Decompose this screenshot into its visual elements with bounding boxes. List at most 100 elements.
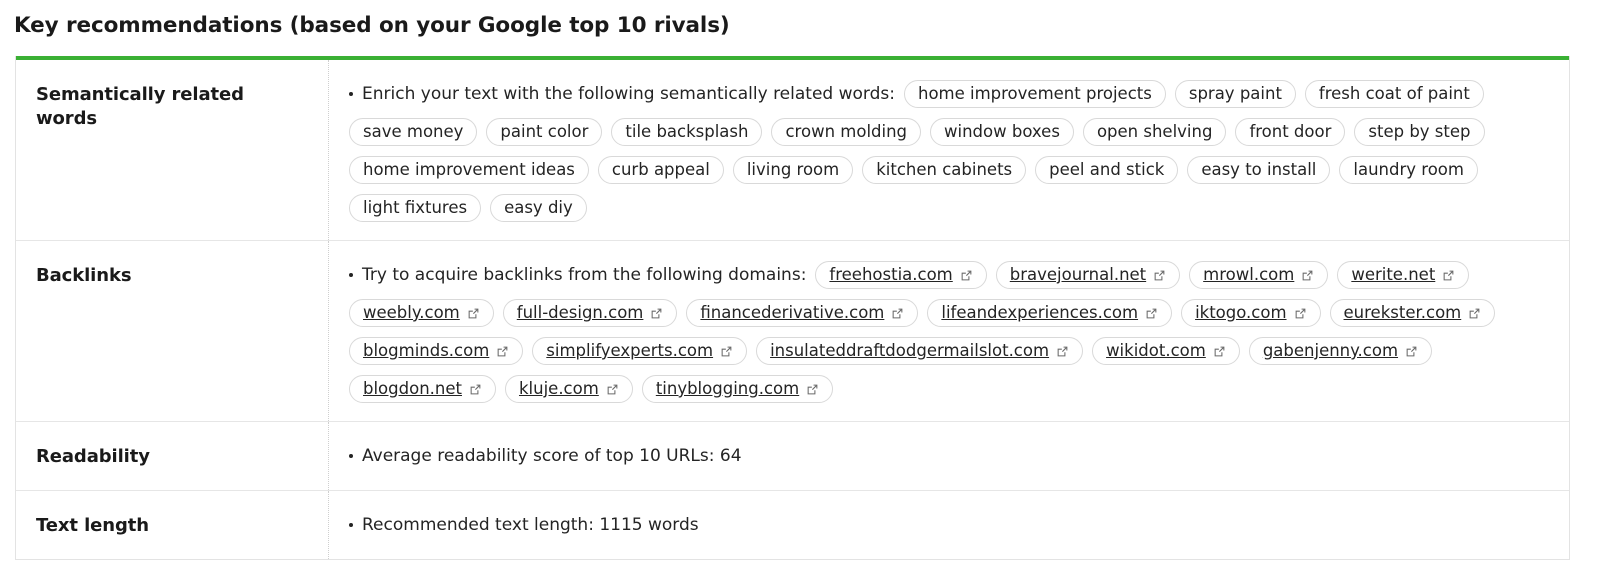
backlink-domain-label: blogdon.net (363, 379, 462, 398)
backlink-domain-pill[interactable]: gabenjenny.com (1248, 337, 1433, 365)
keyword-pill[interactable]: laundry room (1339, 156, 1478, 184)
keyword-pill-label: spray paint (1188, 84, 1282, 103)
keyword-pill[interactable]: front door (1235, 118, 1346, 146)
keyword-pill[interactable]: peel and stick (1035, 156, 1179, 184)
keyword-pill[interactable]: open shelving (1082, 118, 1227, 146)
keyword-pill[interactable]: easy to install (1187, 156, 1331, 184)
backlink-domain-label: full-design.com (516, 303, 644, 322)
keyword-pill[interactable]: home improvement ideas (349, 156, 589, 184)
table-row-text-length: Text length Recommended text length: 111… (16, 491, 1569, 559)
keyword-pill[interactable]: crown molding (771, 118, 922, 146)
keyword-pill[interactable]: light fixtures (349, 194, 482, 222)
backlink-domain-pill[interactable]: freehostia.com (815, 261, 987, 289)
backlink-domain-pill[interactable]: weebly.com (349, 299, 494, 327)
keyword-pill[interactable]: home improvement projects (903, 80, 1166, 108)
backlink-domain-label: weebly.com (363, 303, 460, 322)
external-link-icon (1442, 269, 1455, 282)
keyword-pill[interactable]: curb appeal (597, 156, 724, 184)
external-link-icon (467, 307, 480, 320)
keyword-pill-label: fresh coat of paint (1318, 84, 1470, 103)
backlink-domains-list: Try to acquire backlinks from the follow… (349, 261, 1551, 403)
external-link-icon (720, 345, 733, 358)
recommendations-table: Semantically related words Enrich your t… (15, 56, 1570, 560)
readability-score-line: Average readability score of top 10 URLs… (349, 444, 1551, 468)
external-link-icon (650, 307, 663, 320)
bullet-dot-icon (349, 92, 353, 96)
backlink-domain-pill[interactable]: lifeandexperiences.com (927, 299, 1173, 327)
backlink-domain-pill[interactable]: blogminds.com (349, 337, 524, 365)
external-link-icon (1405, 345, 1418, 358)
bullet-dot-icon (349, 523, 353, 527)
text-length-line: Recommended text length: 1115 words (349, 513, 1551, 537)
backlink-domain-pill[interactable]: financederivative.com (686, 299, 919, 327)
backlink-domain-label: bravejournal.net (1009, 265, 1147, 284)
backlink-domain-pill[interactable]: insulateddraftdodgermailslot.com (756, 337, 1084, 365)
backlink-domain-pill[interactable]: iktogo.com (1181, 299, 1321, 327)
backlink-domain-label: lifeandexperiences.com (941, 303, 1139, 322)
backlink-domain-label: tinyblogging.com (655, 379, 800, 398)
page-title: Key recommendations (based on your Googl… (14, 13, 730, 38)
keyword-pill[interactable]: spray paint (1174, 80, 1296, 108)
keyword-pill-label: easy to install (1201, 160, 1317, 179)
external-link-icon (891, 307, 904, 320)
external-link-icon (1468, 307, 1481, 320)
backlink-domain-pill[interactable]: tinyblogging.com (641, 375, 834, 403)
keyword-pill-label: easy diy (504, 198, 573, 217)
backlink-domain-label: blogminds.com (363, 341, 490, 360)
keyword-pill-label: living room (746, 160, 840, 179)
row-intro-text: Enrich your text with the following sema… (349, 82, 895, 106)
row-content-cell: Recommended text length: 1115 words (329, 491, 1569, 559)
keyword-pill[interactable]: tile backsplash (611, 118, 763, 146)
table-row-backlinks: Backlinks Try to acquire backlinks from … (16, 241, 1569, 422)
keyword-pill[interactable]: save money (349, 118, 478, 146)
keyword-pill-label: window boxes (944, 122, 1060, 141)
keyword-pill[interactable]: easy diy (490, 194, 587, 222)
external-link-icon (496, 345, 509, 358)
external-link-icon (960, 269, 973, 282)
backlink-domain-label: wikidot.com (1106, 341, 1206, 360)
backlink-domain-pill[interactable]: mrowl.com (1189, 261, 1329, 289)
row-content-cell: Try to acquire backlinks from the follow… (329, 241, 1569, 421)
backlink-domain-pill[interactable]: bravejournal.net (995, 261, 1181, 289)
keyword-pill-label: home improvement projects (917, 84, 1152, 103)
row-label: Text length (36, 515, 149, 536)
semantic-words-list: Enrich your text with the following sema… (349, 80, 1551, 222)
keyword-pill[interactable]: living room (732, 156, 854, 184)
keyword-pill[interactable]: fresh coat of paint (1304, 80, 1484, 108)
backlink-domain-label: insulateddraftdodgermailslot.com (770, 341, 1050, 360)
backlink-domain-label: freehostia.com (829, 265, 953, 284)
backlink-domain-pill[interactable]: wikidot.com (1092, 337, 1240, 365)
keyword-pill-label: paint color (500, 122, 589, 141)
row-content-cell: Enrich your text with the following sema… (329, 60, 1569, 240)
backlink-domain-label: eurekster.com (1343, 303, 1462, 322)
backlink-domain-pill[interactable]: werite.net (1337, 261, 1470, 289)
keyword-pill[interactable]: window boxes (930, 118, 1074, 146)
row-intro-text: Try to acquire backlinks from the follow… (349, 263, 806, 287)
backlink-domain-pill[interactable]: kluje.com (504, 375, 633, 403)
external-link-icon (1145, 307, 1158, 320)
text-length-text: Recommended text length: 1115 words (362, 515, 699, 535)
backlink-domain-label: simplifyexperts.com (546, 341, 714, 360)
keyword-pill[interactable]: kitchen cabinets (862, 156, 1027, 184)
table-row-semantically-related-words: Semantically related words Enrich your t… (16, 60, 1569, 241)
bullet-dot-icon (349, 273, 353, 277)
backlink-domain-pill[interactable]: eurekster.com (1329, 299, 1496, 327)
backlink-domain-pill[interactable]: blogdon.net (349, 375, 496, 403)
keyword-pill-label: front door (1249, 122, 1332, 141)
row-label: Semantically related words (36, 84, 244, 129)
backlink-domain-pill[interactable]: full-design.com (502, 299, 678, 327)
row-label-cell: Readability (16, 422, 329, 490)
backlink-domain-label: iktogo.com (1195, 303, 1287, 322)
keyword-pill[interactable]: step by step (1354, 118, 1485, 146)
backlink-domain-label: werite.net (1351, 265, 1436, 284)
row-content-cell: Average readability score of top 10 URLs… (329, 422, 1569, 490)
external-link-icon (1301, 269, 1314, 282)
backlink-domain-pill[interactable]: simplifyexperts.com (532, 337, 748, 365)
keyword-pill[interactable]: paint color (486, 118, 603, 146)
external-link-icon (1294, 307, 1307, 320)
keyword-pill-label: open shelving (1096, 122, 1213, 141)
keyword-pill-label: kitchen cabinets (876, 160, 1013, 179)
keyword-pill-label: crown molding (785, 122, 908, 141)
row-intro-label: Try to acquire backlinks from the follow… (362, 265, 807, 285)
backlink-domain-label: gabenjenny.com (1262, 341, 1399, 360)
